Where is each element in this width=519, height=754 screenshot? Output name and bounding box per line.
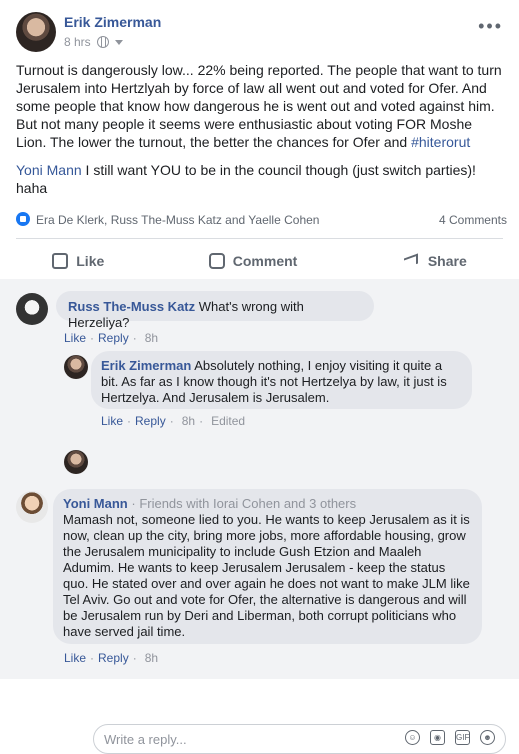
author-avatar[interactable]: [16, 12, 56, 52]
comment-reply-link[interactable]: Reply: [135, 414, 166, 428]
post-author-name[interactable]: Erik Zimerman: [64, 14, 161, 30]
emoji-icon[interactable]: ☺: [405, 730, 420, 745]
globe-icon[interactable]: [96, 36, 109, 48]
comment-reply-link[interactable]: Reply: [98, 651, 129, 665]
comment-actions: Like · Reply · 8h: [64, 651, 158, 665]
commenter-avatar[interactable]: [16, 293, 48, 325]
comment-bubble: Yoni Mann · Friends with Iorai Cohen and…: [53, 489, 482, 644]
divider: [16, 238, 503, 239]
like-reaction-icon: [16, 212, 30, 226]
comment-actions: Like · Reply · 8h · Edited: [101, 414, 245, 428]
comment-actions: Like · Reply · 8h: [64, 331, 158, 345]
commenter-avatar[interactable]: [64, 355, 88, 379]
thumb-up-icon: [52, 253, 69, 269]
more-options-icon[interactable]: •••: [478, 16, 503, 37]
caret-down-icon[interactable]: [114, 39, 123, 45]
reactions-bar: Era De Klerk, Russ The-Muss Katz and Yae…: [16, 209, 507, 229]
like-button[interactable]: Like: [52, 253, 104, 269]
comment-time[interactable]: 8h: [145, 651, 158, 665]
comments-section: Russ The-Muss Katz What's wrong with Her…: [0, 279, 519, 754]
mutual-friends-text: · Friends with Iorai Cohen and 3 others: [127, 496, 357, 511]
comment-like-link[interactable]: Like: [64, 651, 86, 665]
mention-link[interactable]: Yoni Mann: [16, 162, 82, 178]
comment-count[interactable]: 4 Comments: [439, 213, 507, 227]
post-mention-line: Yoni Mann I still want YOU to be in the …: [16, 161, 504, 197]
dot-separator: ·: [169, 414, 174, 428]
reply-tools: ☺ ◉ GIF ☻: [405, 730, 495, 745]
share-label: Share: [427, 253, 467, 269]
dot-separator: ·: [132, 651, 137, 665]
post-actions: Like Comment Share: [0, 244, 519, 278]
comment-bubble: Russ The-Muss Katz What's wrong with Her…: [56, 291, 374, 330]
gif-icon[interactable]: GIF: [455, 730, 470, 745]
commenter-name[interactable]: Erik Zimerman: [101, 358, 191, 373]
comment-like-link[interactable]: Like: [101, 414, 123, 428]
comment-time[interactable]: 8h: [145, 331, 158, 345]
post-time[interactable]: 8 hrs: [64, 35, 91, 49]
comment-time[interactable]: 8h: [182, 414, 195, 428]
comment-3: Yoni Mann · Friends with Iorai Cohen and…: [16, 489, 506, 669]
commenter-name[interactable]: Russ The-Muss Katz: [68, 299, 195, 314]
comment-button[interactable]: Comment: [208, 253, 298, 269]
post-header: Erik Zimerman 8 hrs •••: [16, 12, 503, 56]
like-label: Like: [76, 253, 105, 269]
reply-placeholder: Write a reply...: [104, 732, 187, 747]
reply-input[interactable]: Write a reply... ☺ ◉ GIF ☻: [93, 724, 506, 754]
comment-like-link[interactable]: Like: [64, 331, 86, 345]
comment-bubble: Erik Zimerman Absolutely nothing, I enjo…: [91, 351, 472, 409]
comment-1: Russ The-Muss Katz What's wrong with Her…: [16, 287, 506, 347]
comment-reply-link[interactable]: Reply: [98, 331, 129, 345]
reply-user-avatar[interactable]: [64, 450, 88, 474]
post-meta: 8 hrs: [64, 35, 123, 49]
share-button[interactable]: Share: [402, 253, 467, 269]
camera-icon[interactable]: ◉: [430, 730, 445, 745]
commenter-avatar[interactable]: [16, 491, 48, 523]
commenter-name[interactable]: Yoni Mann: [63, 496, 128, 511]
comment-label: Comment: [232, 253, 298, 269]
comment-icon: [208, 253, 225, 269]
post-hashtag[interactable]: #hiterorut: [411, 134, 470, 150]
dot-separator: ·: [132, 331, 137, 345]
share-icon: [402, 254, 420, 268]
post-body: Turnout is dangerously low... 22% being …: [16, 61, 504, 197]
dot-separator: ·: [90, 651, 95, 665]
comment-edited: Edited: [211, 414, 246, 428]
dot-separator: ·: [127, 414, 132, 428]
dot-separator: ·: [90, 331, 95, 345]
sticker-icon[interactable]: ☻: [480, 730, 495, 745]
reaction-names[interactable]: Era De Klerk, Russ The-Muss Katz and Yae…: [36, 213, 319, 227]
dot-separator: ·: [199, 414, 204, 428]
mention-text: I still want YOU to be in the council th…: [16, 162, 476, 196]
comment-2: Erik Zimerman Absolutely nothing, I enjo…: [64, 351, 506, 431]
comment-text: Mamash not, someone lied to you. He want…: [63, 512, 470, 639]
